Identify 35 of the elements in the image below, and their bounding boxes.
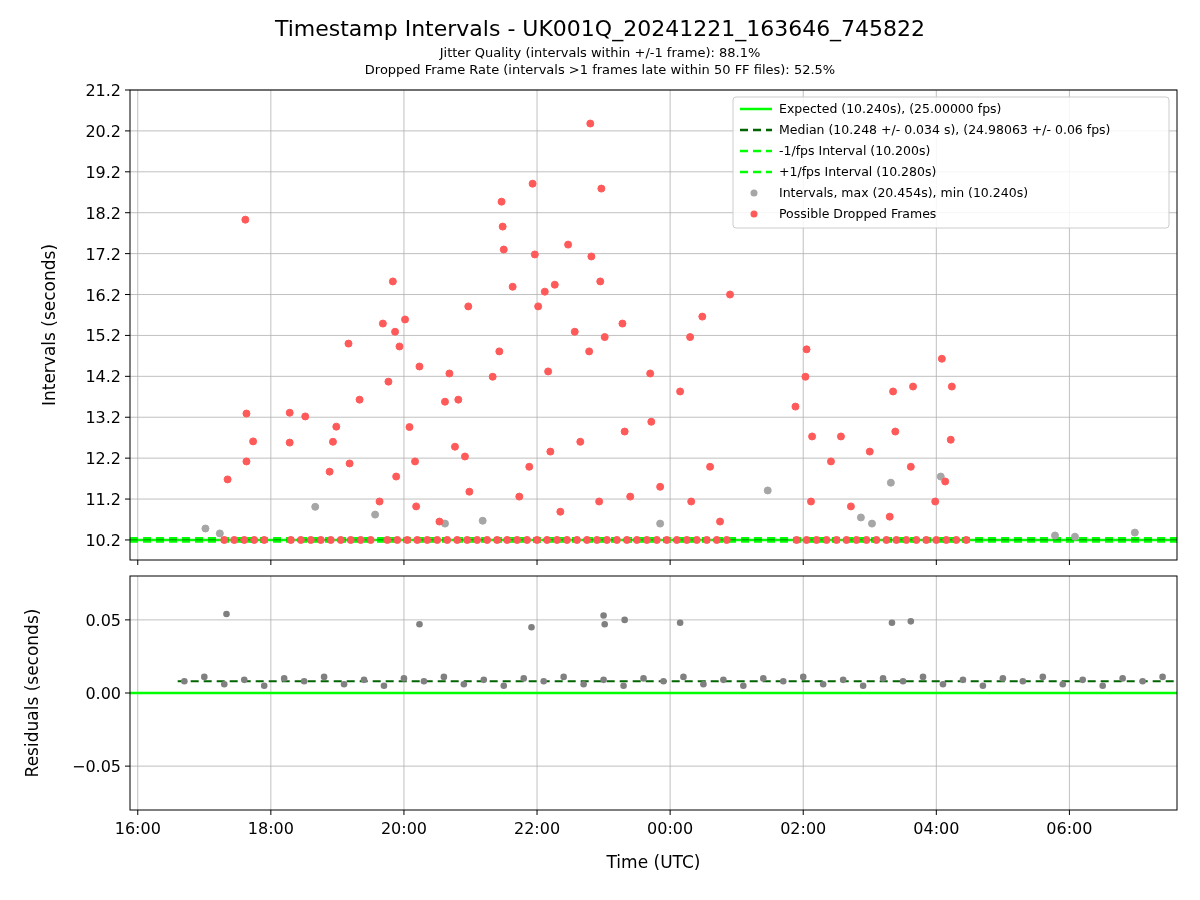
legend-label: Intervals, max (20.454s), min (10.240s) [779,185,1029,200]
y-tick-label: 0.00 [85,684,121,703]
y-tick-label: −0.05 [71,757,121,777]
x-tick-label: 16:00 [114,819,161,838]
y-tick-label: 15.2 [85,326,121,346]
y-tick-label: 11.2 [85,490,121,510]
legend-label: -1/fps Interval (10.200s) [779,143,931,158]
chart-subtitle: Jitter Quality (intervals within +/-1 frame): 88.1% [439,44,761,61]
y-tick-label: 18.2 [85,203,121,223]
y-tick-label: 19.2 [85,162,121,182]
x-tick-label: 00:00 [647,819,694,838]
y-tick-label: 13.2 [85,408,121,428]
y-tick-label: 0.05 [85,610,121,630]
x-tick-label: 18:00 [247,819,294,838]
legend-label: Expected (10.240s), (25.00000 fps) [779,101,1002,116]
y-tick-label: 21.2 [85,81,121,100]
x-axis-label: Time (UTC) [606,852,701,872]
y-tick-label: 17.2 [85,244,121,264]
y-axis-label: Residuals (seconds) [22,608,42,778]
x-tick-label: 02:00 [780,819,827,838]
legend-label: +1/fps Interval (10.280s) [779,164,937,179]
chart-subtitle: Dropped Frame Rate (intervals >1 frames late within 50 FF files): 52.5% [364,61,836,78]
y-tick-label: 20.2 [85,121,121,141]
y-tick-label: 16.2 [85,285,121,305]
chart-title: Timestamp Intervals - UK001Q_20241221_163646_745822 [274,15,926,44]
legend-label: Possible Dropped Frames [779,206,937,221]
x-tick-label: 04:00 [913,819,960,838]
legend-label: Median (10.248 +/- 0.034 s), (24.98063 +/- 0.06 fps) [779,122,1111,137]
y-axis-label: Intervals (seconds) [39,243,59,407]
x-tick-label: 22:00 [514,819,561,838]
x-tick-label: 06:00 [1046,819,1093,838]
y-tick-label: 10.2 [85,530,121,550]
y-tick-label: 14.2 [85,367,121,387]
x-tick-label: 20:00 [380,819,427,838]
y-tick-label: 12.2 [85,449,121,469]
